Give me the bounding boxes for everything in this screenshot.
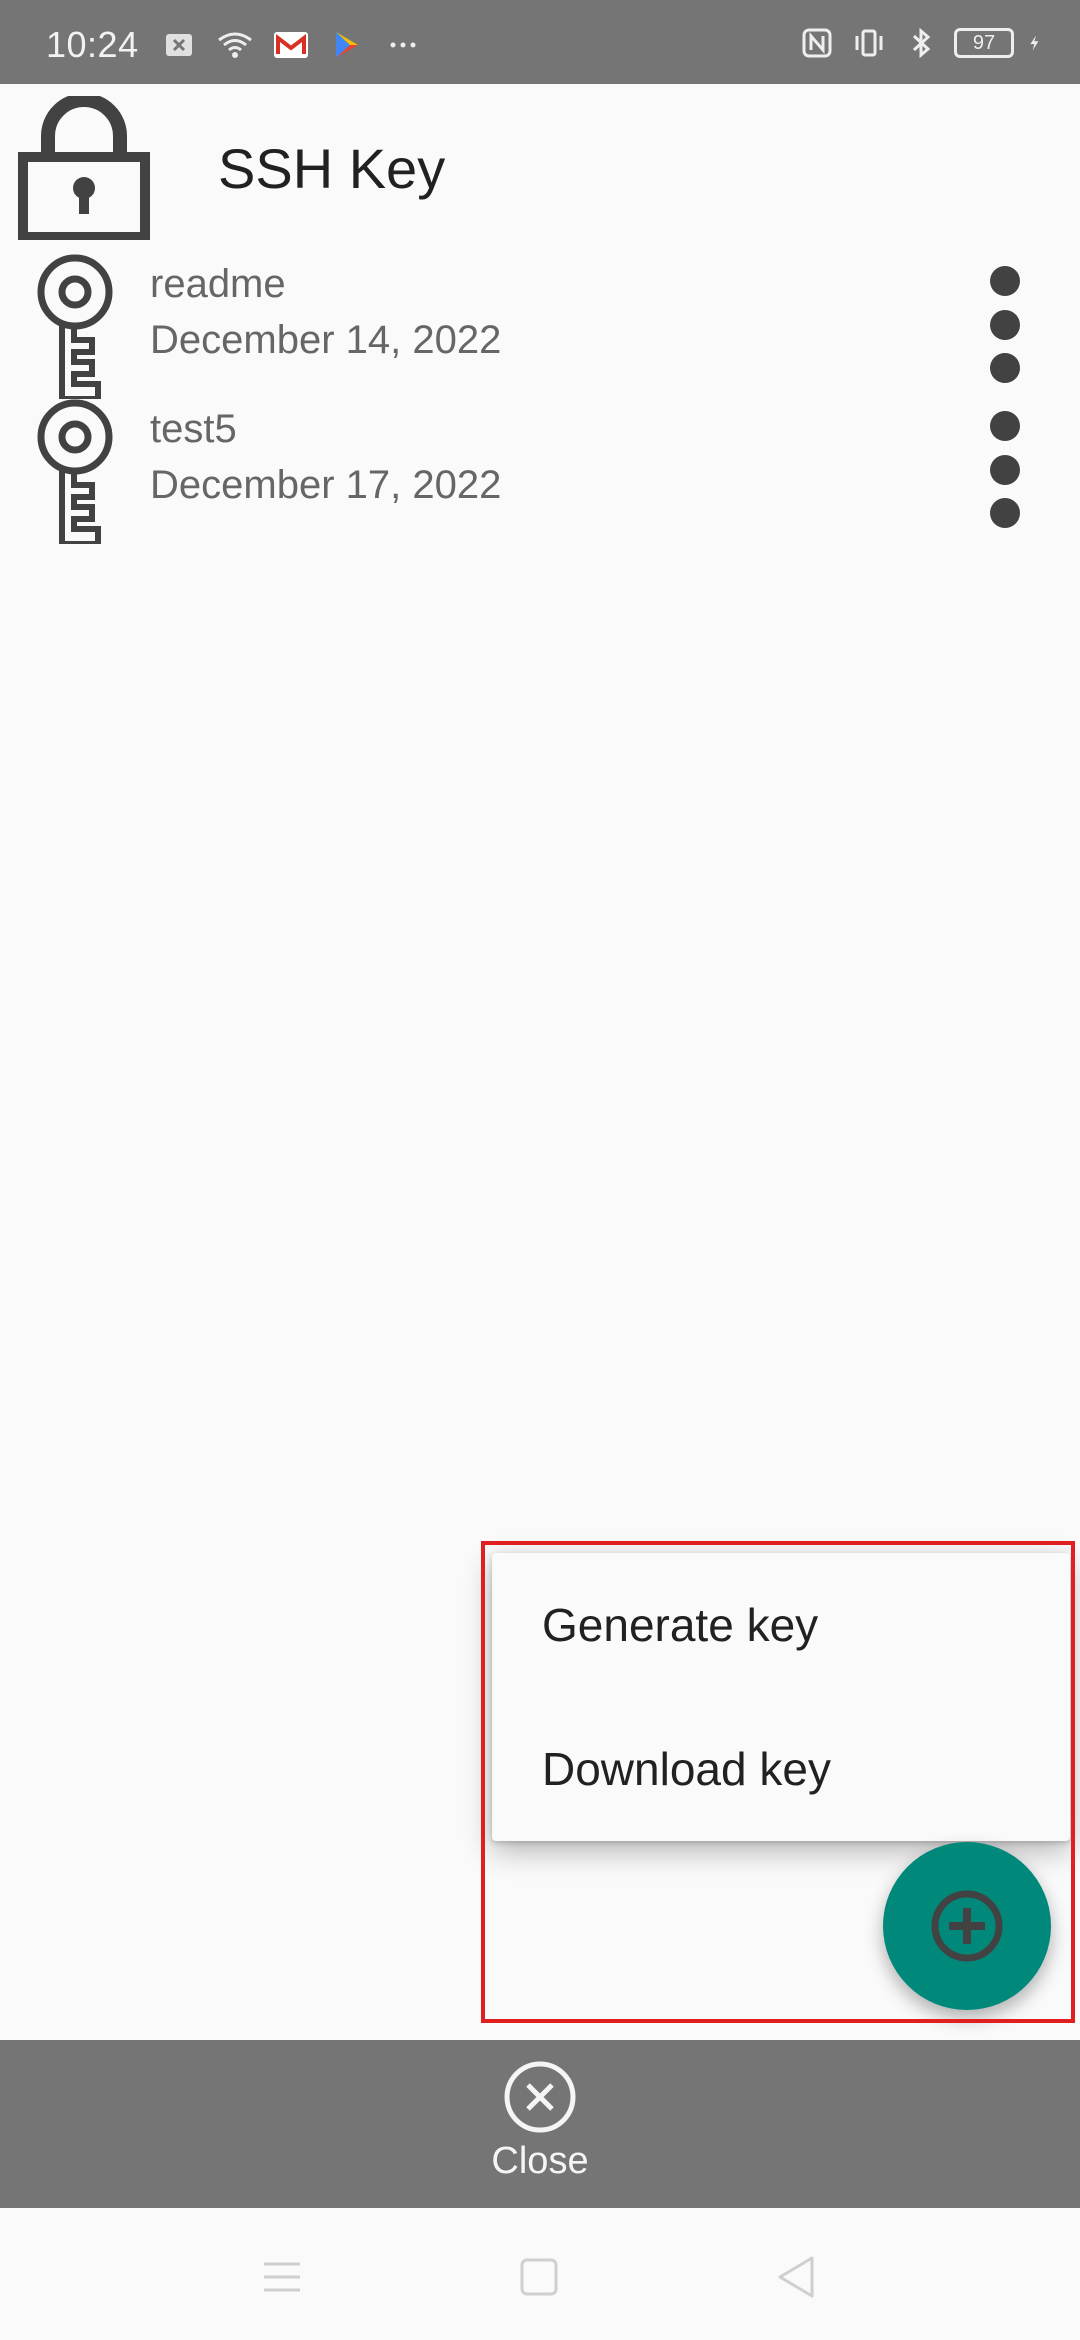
close-button[interactable]: Close [460,2060,620,2200]
key-name: test5 [150,407,237,451]
key-list: readme December 14, 2022 test5 December … [0,254,1080,544]
header: SSH Key [0,84,1080,254]
status-right-icons: 97 [798,28,1050,58]
menu-icon[interactable] [252,2252,312,2302]
more-options-button[interactable] [980,399,1030,544]
close-bar: Close [0,2040,1080,2208]
list-item[interactable]: readme December 14, 2022 [0,254,1080,399]
status-time: 10:24 [46,24,139,65]
back-icon[interactable] [770,2252,830,2302]
play-store-icon [336,32,358,58]
page-title: SSH Key [218,137,446,200]
home-icon[interactable] [510,2252,570,2302]
list-item[interactable]: test5 December 17, 2022 [0,399,1080,544]
vibrate-icon [855,29,883,57]
key-icon [37,254,113,399]
close-circle-icon [504,2061,576,2133]
more-notifications-icon [390,42,416,48]
wifi-icon [218,32,252,58]
close-label: Close [491,2140,589,2182]
key-date: December 17, 2022 [150,463,502,507]
key-date: December 14, 2022 [150,318,502,362]
status-bar: 10:24 97 [0,0,1080,84]
system-nav-bar [0,2208,1080,2340]
key-icon [37,399,113,544]
battery-icon: 97 [954,28,1014,58]
nfc-icon [802,28,832,58]
more-options-button[interactable] [980,254,1030,399]
notification-icon [166,34,192,56]
lock-icon [18,96,150,240]
charging-icon [1030,35,1039,51]
status-left-icons [160,30,422,60]
gmail-icon [274,32,308,58]
key-name: readme [150,262,286,306]
bluetooth-icon [912,28,931,58]
highlight-box [481,1541,1075,2023]
